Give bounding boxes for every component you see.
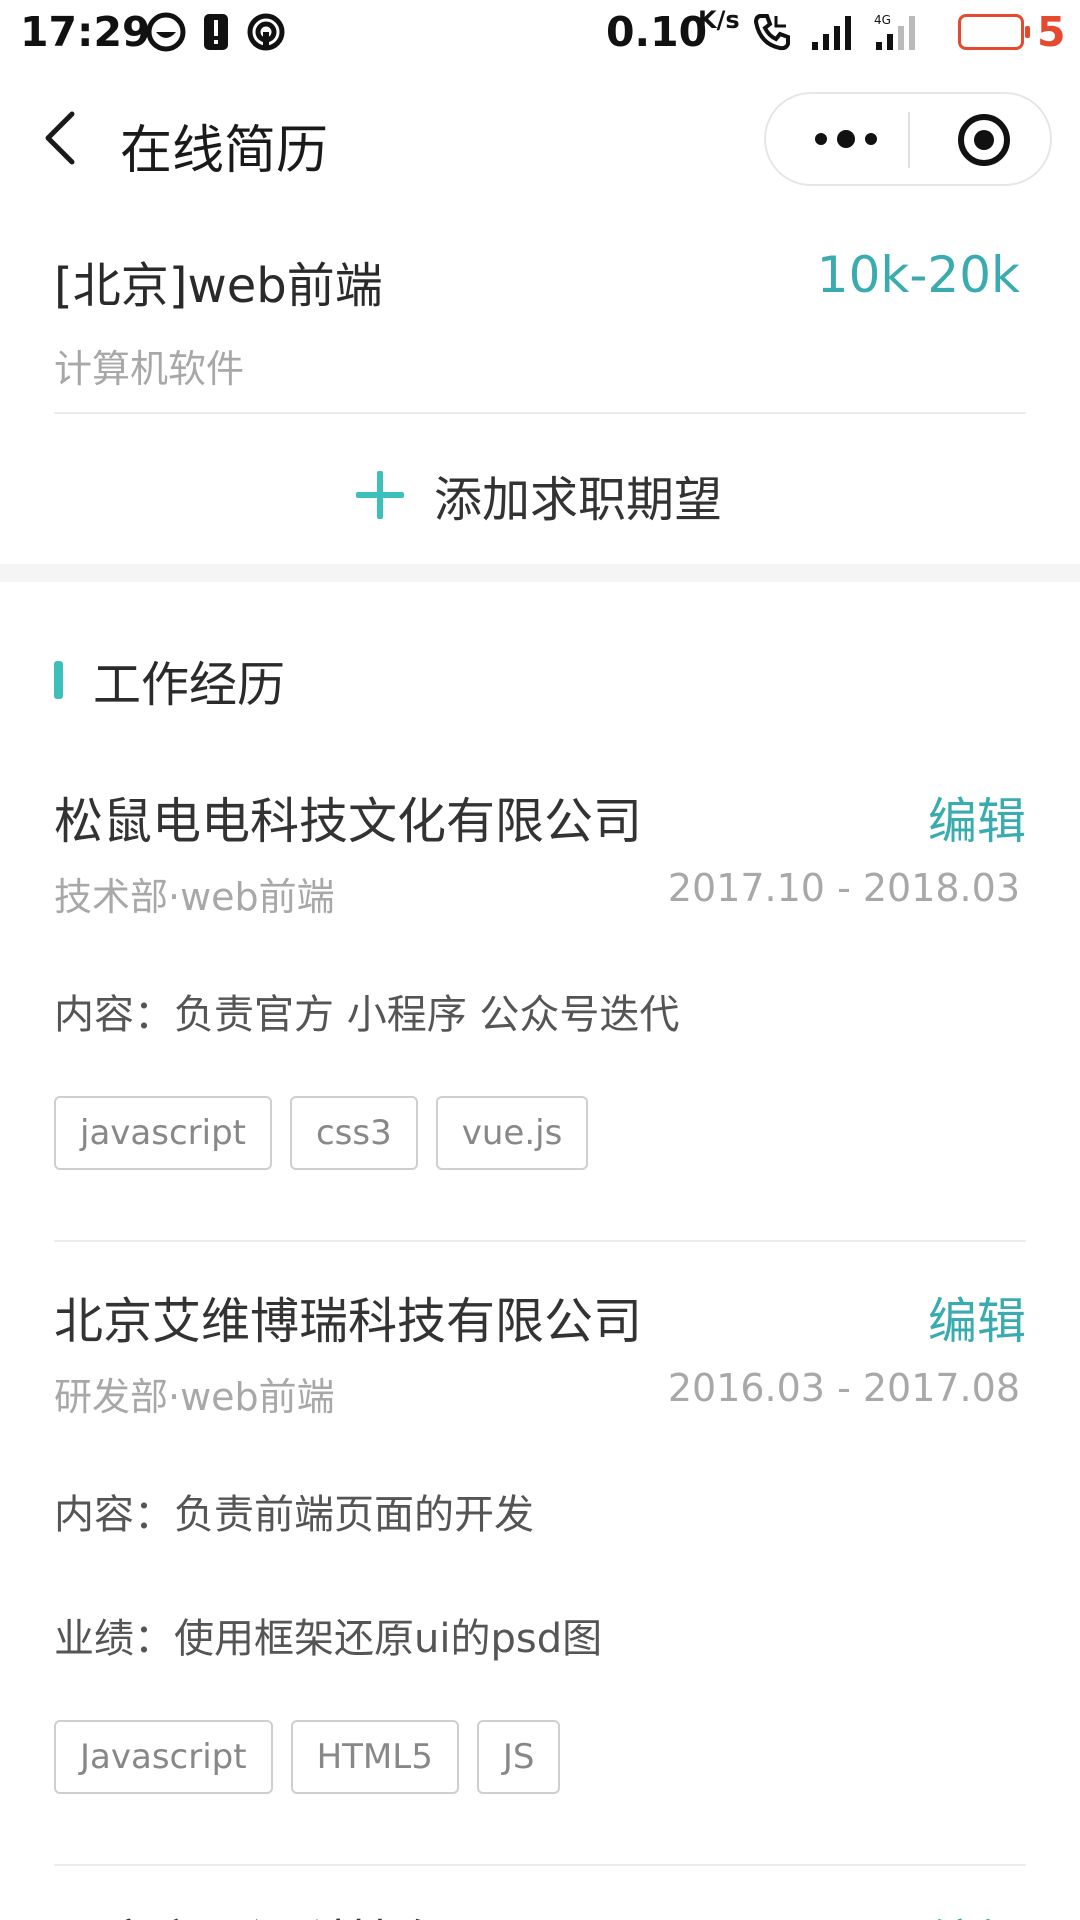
job-entry: 松鼠电电科技文化有限公司 编辑 技术部·web前端 2017.10 - 2018… bbox=[54, 782, 1026, 982]
battery-icon bbox=[958, 14, 1030, 50]
section-accent-bar bbox=[54, 661, 63, 699]
work-section-header: 工作经历 bbox=[54, 648, 286, 713]
job-achievement: 业绩：使用框架还原ui的psd图 bbox=[54, 1616, 603, 1662]
job-content: 内容：负责官方 小程序 公众号迭代 bbox=[54, 992, 680, 1038]
add-expectation-label: 添加求职期望 bbox=[434, 472, 723, 528]
alert-icon bbox=[204, 14, 228, 50]
job-tags: javascript css3 vue.js bbox=[54, 1096, 589, 1170]
skill-tag: HTML5 bbox=[290, 1720, 459, 1794]
job-entry: 百度方正源科技有限公司 编辑 bbox=[54, 1900, 1026, 1920]
job-period: 2016.03 - 2017.08 bbox=[667, 1366, 1020, 1410]
edit-button[interactable]: 编辑 bbox=[928, 1282, 1026, 1353]
expectation-salary: 10k-20k bbox=[816, 246, 1020, 304]
job-content: 内容：负责前端页面的开发 bbox=[54, 1492, 534, 1538]
net-speed: 0.10 bbox=[606, 8, 708, 56]
add-expectation-button[interactable]: 添加求职期望 bbox=[356, 460, 722, 530]
skill-tag: javascript bbox=[54, 1096, 272, 1170]
section-separator bbox=[0, 564, 1080, 582]
job-company: 北京艾维博瑞科技有限公司 bbox=[54, 1293, 643, 1350]
status-bar: 17:29 0.10 K/s 4G 5 bbox=[0, 0, 1080, 66]
job-period: 2017.10 - 2018.03 bbox=[667, 866, 1020, 910]
section-title: 工作经历 bbox=[93, 657, 286, 713]
status-icons-left bbox=[146, 12, 286, 52]
signal-4g-icon: 4G bbox=[874, 13, 915, 50]
mini-program-capsule bbox=[764, 92, 1052, 186]
edit-button[interactable]: 编辑 bbox=[928, 782, 1026, 853]
close-target-icon[interactable] bbox=[956, 112, 1012, 168]
job-dept: 研发部·web前端 bbox=[54, 1375, 335, 1419]
expectation-industry: 计算机软件 bbox=[54, 347, 245, 391]
status-time: 17:29 bbox=[20, 8, 151, 56]
status-icons-right: 4G bbox=[752, 12, 920, 52]
expectation-title: [北京]web前端 bbox=[54, 258, 383, 314]
net-speed-unit: K/s bbox=[698, 6, 740, 34]
face-icon bbox=[146, 12, 186, 52]
divider bbox=[54, 1240, 1026, 1242]
signal-icon bbox=[812, 16, 851, 50]
battery-level: 5 bbox=[1037, 8, 1066, 56]
plus-icon bbox=[356, 471, 404, 519]
capsule-divider bbox=[908, 112, 910, 168]
edit-button[interactable]: 编辑 bbox=[928, 1904, 1026, 1920]
skill-tag: Javascript bbox=[54, 1720, 273, 1794]
page-title: 在线简历 bbox=[120, 121, 329, 181]
hotspot-icon bbox=[247, 13, 285, 51]
phone-call-icon bbox=[753, 14, 790, 51]
skill-tag: vue.js bbox=[435, 1096, 589, 1170]
divider bbox=[54, 412, 1026, 414]
job-tags: Javascript HTML5 JS bbox=[54, 1720, 561, 1794]
navbar: 在线简历 bbox=[0, 66, 1080, 216]
skill-tag: JS bbox=[476, 1720, 561, 1794]
back-arrow-icon[interactable] bbox=[38, 108, 84, 168]
more-dots-icon[interactable] bbox=[796, 94, 896, 184]
job-entry: 北京艾维博瑞科技有限公司 编辑 研发部·web前端 2016.03 - 2017… bbox=[54, 1282, 1026, 1482]
svg-text:4G: 4G bbox=[874, 13, 891, 27]
job-company: 松鼠电电科技文化有限公司 bbox=[54, 793, 643, 850]
skill-tag: css3 bbox=[289, 1096, 418, 1170]
divider bbox=[54, 1864, 1026, 1866]
job-company: 百度方正源科技有限公司 bbox=[54, 1904, 593, 1920]
job-dept: 技术部·web前端 bbox=[54, 875, 335, 919]
